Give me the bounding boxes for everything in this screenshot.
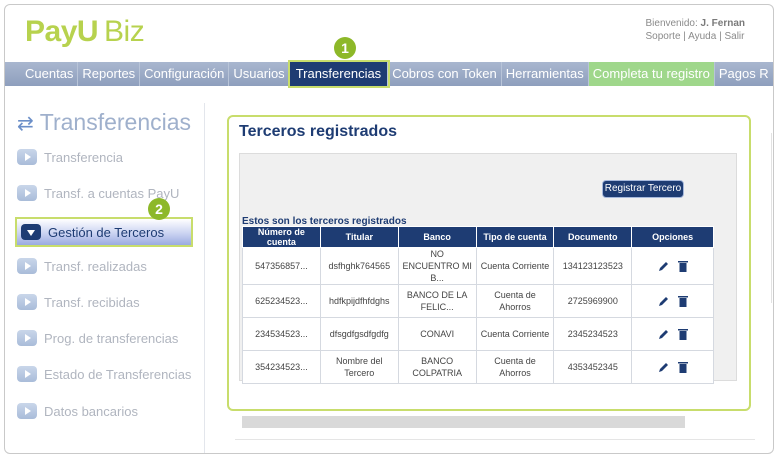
delete-icon[interactable] [677,361,688,373]
app-window: PayU Biz Bienvenido: J. Fernan Soporte | … [4,4,774,454]
cell-documento: 4353452345 [553,350,633,384]
cell-tipo-cuenta: Cuenta Corriente [475,247,555,285]
sidebar-item-transferencia[interactable]: Transferencia [17,145,195,169]
cell-documento: 2725969900 [553,284,633,318]
cell-numero-cuenta: 625234523... [242,284,321,318]
col-opciones: Opciones [631,226,714,248]
sidebar-item-datos-bancarios[interactable]: Datos bancarios [17,399,195,423]
sidebar-item-transf-recibidas[interactable]: Transf. recibidas [17,290,195,314]
cell-numero-cuenta: 547356857... [242,247,321,285]
delete-icon[interactable] [677,295,688,307]
delete-icon[interactable] [677,260,688,272]
divider [771,133,773,303]
cell-tipo-cuenta: Cuenta Corriente [475,317,555,351]
play-icon [17,258,37,274]
edit-icon[interactable] [658,328,670,340]
horizontal-scrollbar[interactable] [242,416,685,428]
nav-reportes[interactable]: Reportes [78,62,141,86]
transfer-arrows-icon: ⇄ [17,113,34,135]
table-row: 234534523... dfsgdfgsdfgdfg CONAVI Cuent… [242,317,714,351]
play-icon [17,330,37,346]
terceros-table: Número de cuenta Titular Banco Tipo de c… [242,226,714,384]
greeting-label: Bienvenido: [645,18,698,29]
user-name: J. Fernan [700,18,745,29]
col-documento: Documento [553,226,633,248]
soporte-link[interactable]: Soporte [645,31,680,42]
cell-numero-cuenta: 354234523... [242,350,321,384]
cell-opciones [631,284,714,318]
cell-numero-cuenta: 234534523... [242,317,321,351]
cell-tipo-cuenta: Cuenta de Ahorros [475,350,555,384]
cell-opciones [631,247,714,285]
terceros-container: Registrar Tercero Estos son los terceros… [239,153,737,428]
sidebar-item-estado-transferencias[interactable]: Estado de Transferencias [17,362,195,386]
divider [235,439,755,453]
col-numero-cuenta: Número de cuenta [242,226,321,248]
table-row: 354234523... Nombre del Tercero BANCO CO… [242,350,714,384]
sidebar-item-gestion-terceros[interactable]: Gestión de Terceros [15,217,193,247]
cell-titular: hdfkpijdfhfdghs [319,284,399,318]
sidebar-item-transf-realizadas[interactable]: Transf. realizadas [17,254,195,278]
play-icon [17,149,37,165]
page-title: Terceros registrados [239,123,397,140]
cell-titular: dfsgdfgsdfgdfg [319,317,399,351]
ayuda-link[interactable]: Ayuda [688,31,716,42]
sidebar-item-transf-cuentas-payu[interactable]: Transf. a cuentas PayU [17,181,195,205]
edit-icon[interactable] [658,260,670,272]
nav-pagos[interactable]: Pagos R [715,62,773,86]
play-icon [17,403,37,419]
dropdown-icon [21,224,41,240]
step-badge-1: 1 [334,37,356,59]
cell-titular: Nombre del Tercero [319,350,399,384]
table-row: 625234523... hdfkpijdfhfdghs BANCO DE LA… [242,284,714,318]
delete-icon[interactable] [677,328,688,340]
nav-herramientas[interactable]: Herramientas [502,62,589,86]
cell-tipo-cuenta: Cuenta de Ahorros [475,284,555,318]
cell-documento: 134123123523 [553,247,633,285]
nav-transferencias[interactable]: Transferencias [287,60,391,88]
col-titular: Titular [319,226,399,248]
sidebar-title: ⇄ Transferencias [17,109,192,135]
play-icon [17,294,37,310]
table-row: 547356857... dsfhghk764565 NO ENCUENTRO … [242,247,714,285]
salir-link[interactable]: Salir [724,31,744,42]
sidebar: ⇄ Transferencias Transferencia Transf. a … [5,103,205,453]
cell-titular: dsfhghk764565 [319,247,399,285]
table-header-row: Número de cuenta Titular Banco Tipo de c… [242,226,714,248]
cell-banco: BANCO DE LA FELIC... [397,284,477,318]
registrar-tercero-button[interactable]: Registrar Tercero [602,180,684,198]
nav-cuentas[interactable]: Cuentas [5,62,79,86]
edit-icon[interactable] [658,361,670,373]
nav-cobros-con-token[interactable]: Cobros con Token [388,62,502,86]
cell-banco: NO ENCUENTRO MI B... [397,247,477,285]
cell-banco: CONAVI [397,317,477,351]
nav-usuarios[interactable]: Usuarios [229,62,290,86]
cell-banco: BANCO COLPATRIA [397,350,477,384]
sidebar-item-prog-transferencias[interactable]: Prog. de transferencias [17,326,195,350]
cell-opciones [631,317,714,351]
user-info: Bienvenido: J. Fernan Soporte | Ayuda | … [645,18,745,42]
play-icon [17,366,37,382]
main-nav: Cuentas Reportes Configuración Usuarios … [5,60,773,88]
edit-icon[interactable] [658,295,670,307]
terceros-panel: Terceros registrados Registrar Tercero E… [227,115,751,428]
col-banco: Banco [397,226,477,248]
cell-opciones [631,350,714,384]
nav-configuracion[interactable]: Configuración [140,62,230,86]
play-icon [17,185,37,201]
cell-documento: 2345234523 [553,317,633,351]
col-tipo-cuenta: Tipo de cuenta [475,226,555,248]
step-badge-2: 2 [148,198,170,220]
payu-biz-logo[interactable]: PayU Biz [25,15,145,49]
nav-completa-registro[interactable]: Completa tu registro [588,62,715,86]
